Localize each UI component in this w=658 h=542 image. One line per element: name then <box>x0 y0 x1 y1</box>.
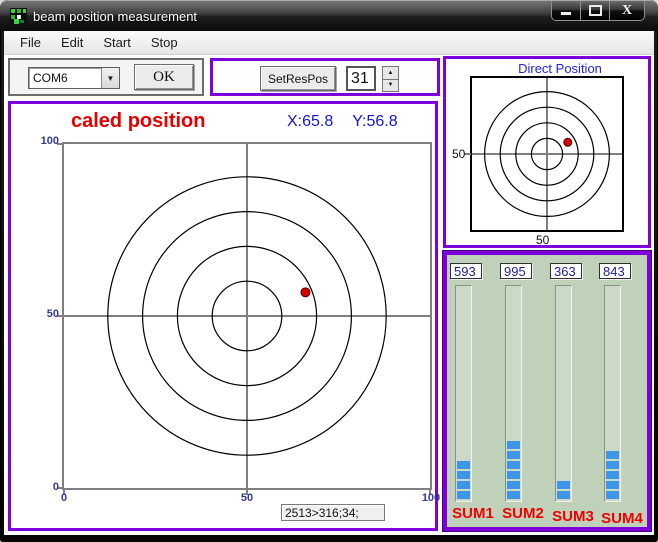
close-icon: X <box>622 4 632 18</box>
menu-item-start[interactable]: Start <box>93 32 140 53</box>
sum-panel: 593 SUM1 995 SUM2 363 SUM3 843 SUM4 <box>443 251 651 531</box>
respos-spinner: ▲ ▼ <box>382 66 399 91</box>
app-icon <box>10 8 27 25</box>
client-area: COM6 ▼ OK SetResPos 31 ▲ ▼ caled positio… <box>4 55 654 535</box>
sum4-label: SUM4 <box>595 510 649 527</box>
window-controls: X <box>552 1 645 21</box>
sum2-label: SUM2 <box>496 505 550 522</box>
sum4-bar-track <box>604 285 621 502</box>
menu-item-file[interactable]: File <box>10 32 51 53</box>
com-port-select[interactable]: COM6 ▼ <box>28 67 120 89</box>
ok-button[interactable]: OK <box>134 64 194 90</box>
sum4-value-field[interactable]: 843 <box>599 263 631 279</box>
menubar: File Edit Start Stop <box>4 31 654 55</box>
y-readout: Y:56.8 <box>352 113 397 131</box>
menu-item-edit[interactable]: Edit <box>51 32 93 53</box>
direct-plot-title: Direct Position <box>459 61 658 76</box>
sum1-bar-track <box>455 285 472 502</box>
sum2-bar-track <box>505 285 522 502</box>
respos-spinner-value[interactable]: 31 <box>346 66 376 91</box>
titlebar: beam position measurement X <box>0 0 658 31</box>
window-title: beam position measurement <box>33 9 197 24</box>
spinner-down-button[interactable]: ▼ <box>382 79 399 93</box>
status-field[interactable]: 2513>316;34; <box>281 504 385 521</box>
dropdown-button[interactable]: ▼ <box>101 68 119 88</box>
minimize-icon <box>561 12 571 15</box>
direct-position-panel: Direct Position 50 50 <box>443 56 651 248</box>
sum3-column: 363 SUM3 <box>550 263 596 525</box>
sum3-bar-track <box>555 285 572 502</box>
direct-bottom-label: 50 <box>536 233 549 247</box>
sum4-column: 843 SUM4 <box>599 263 645 527</box>
com-port-value: COM6 <box>29 68 101 88</box>
com-port-group: COM6 ▼ OK <box>8 58 204 96</box>
x-axis-label-0: 0 <box>49 492 79 504</box>
caled-beam-dot <box>301 288 310 297</box>
sum3-value-field[interactable]: 363 <box>550 263 582 279</box>
sum1-value-field[interactable]: 593 <box>450 263 482 279</box>
direct-position-plot <box>470 76 624 232</box>
x-axis-label-100: 100 <box>416 492 446 504</box>
spinner-up-button[interactable]: ▲ <box>382 66 399 80</box>
direct-left-label: 50 <box>452 147 465 161</box>
chevron-down-icon: ▼ <box>107 74 115 83</box>
y-axis-label-50: 50 <box>25 308 59 320</box>
sum1-column: 593 SUM1 <box>450 263 496 522</box>
caled-plot-title: caled position <box>71 110 205 133</box>
sum3-label: SUM3 <box>546 508 600 525</box>
close-button[interactable]: X <box>609 1 645 21</box>
maximize-icon <box>589 5 602 16</box>
triangle-up-icon: ▲ <box>388 70 394 76</box>
x-axis-label-50: 50 <box>232 492 262 504</box>
y-axis-label-100: 100 <box>25 135 59 147</box>
minimize-button[interactable] <box>551 1 581 21</box>
sum1-label: SUM1 <box>446 505 500 522</box>
sum2-column: 995 SUM2 <box>500 263 546 522</box>
triangle-down-icon: ▼ <box>388 82 394 88</box>
position-readout: X:65.8 Y:56.8 <box>287 113 398 131</box>
x-readout: X:65.8 <box>287 113 333 131</box>
sum2-value-field[interactable]: 995 <box>500 263 532 279</box>
maximize-button[interactable] <box>580 1 610 21</box>
app-window: beam position measurement X File Edit St… <box>0 0 658 542</box>
caled-position-panel: caled position X:65.8 Y:56.8 100 50 0 0 <box>8 101 438 531</box>
caled-position-plot <box>62 142 432 490</box>
setrespos-group: SetResPos 31 ▲ ▼ <box>210 58 440 96</box>
direct-beam-dot <box>564 138 572 146</box>
menu-item-stop[interactable]: Stop <box>141 32 188 53</box>
setrespos-button[interactable]: SetResPos <box>260 66 336 91</box>
